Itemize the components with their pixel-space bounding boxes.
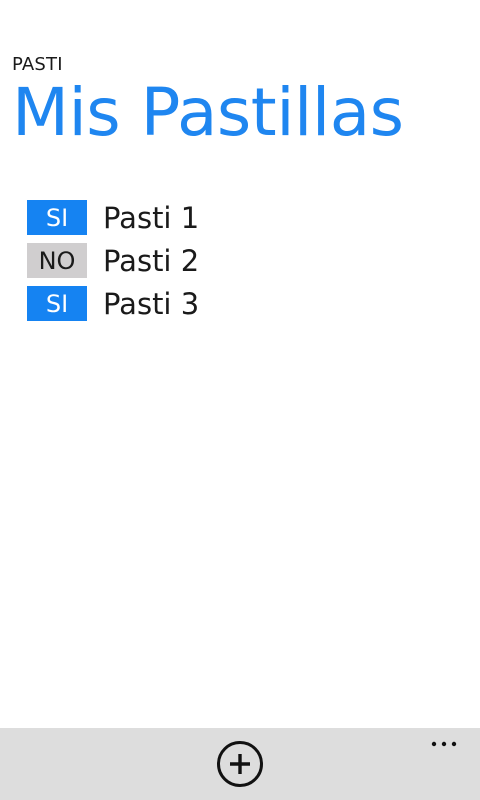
pill-name: Pasti 1	[103, 200, 200, 235]
list-item[interactable]: SI Pasti 1	[27, 196, 447, 239]
app-name: PASTI	[12, 54, 63, 75]
more-options-button[interactable]	[420, 730, 468, 758]
status-badge[interactable]: SI	[27, 286, 87, 321]
list-item[interactable]: SI Pasti 3	[27, 282, 447, 325]
app-root: PASTI Mis Pastillas SI Pasti 1 NO Pasti …	[0, 0, 480, 800]
pill-name: Pasti 2	[103, 243, 200, 278]
pill-list: SI Pasti 1 NO Pasti 2 SI Pasti 3	[27, 196, 447, 325]
add-circle-icon	[217, 741, 263, 787]
list-item[interactable]: NO Pasti 2	[27, 239, 447, 282]
pill-name: Pasti 3	[103, 286, 200, 321]
status-badge[interactable]: SI	[27, 200, 87, 235]
ellipsis-icon	[431, 741, 457, 747]
page-title: Mis Pastillas	[12, 74, 404, 151]
app-bar	[0, 728, 480, 800]
add-button[interactable]	[216, 740, 264, 788]
status-badge[interactable]: NO	[27, 243, 87, 278]
